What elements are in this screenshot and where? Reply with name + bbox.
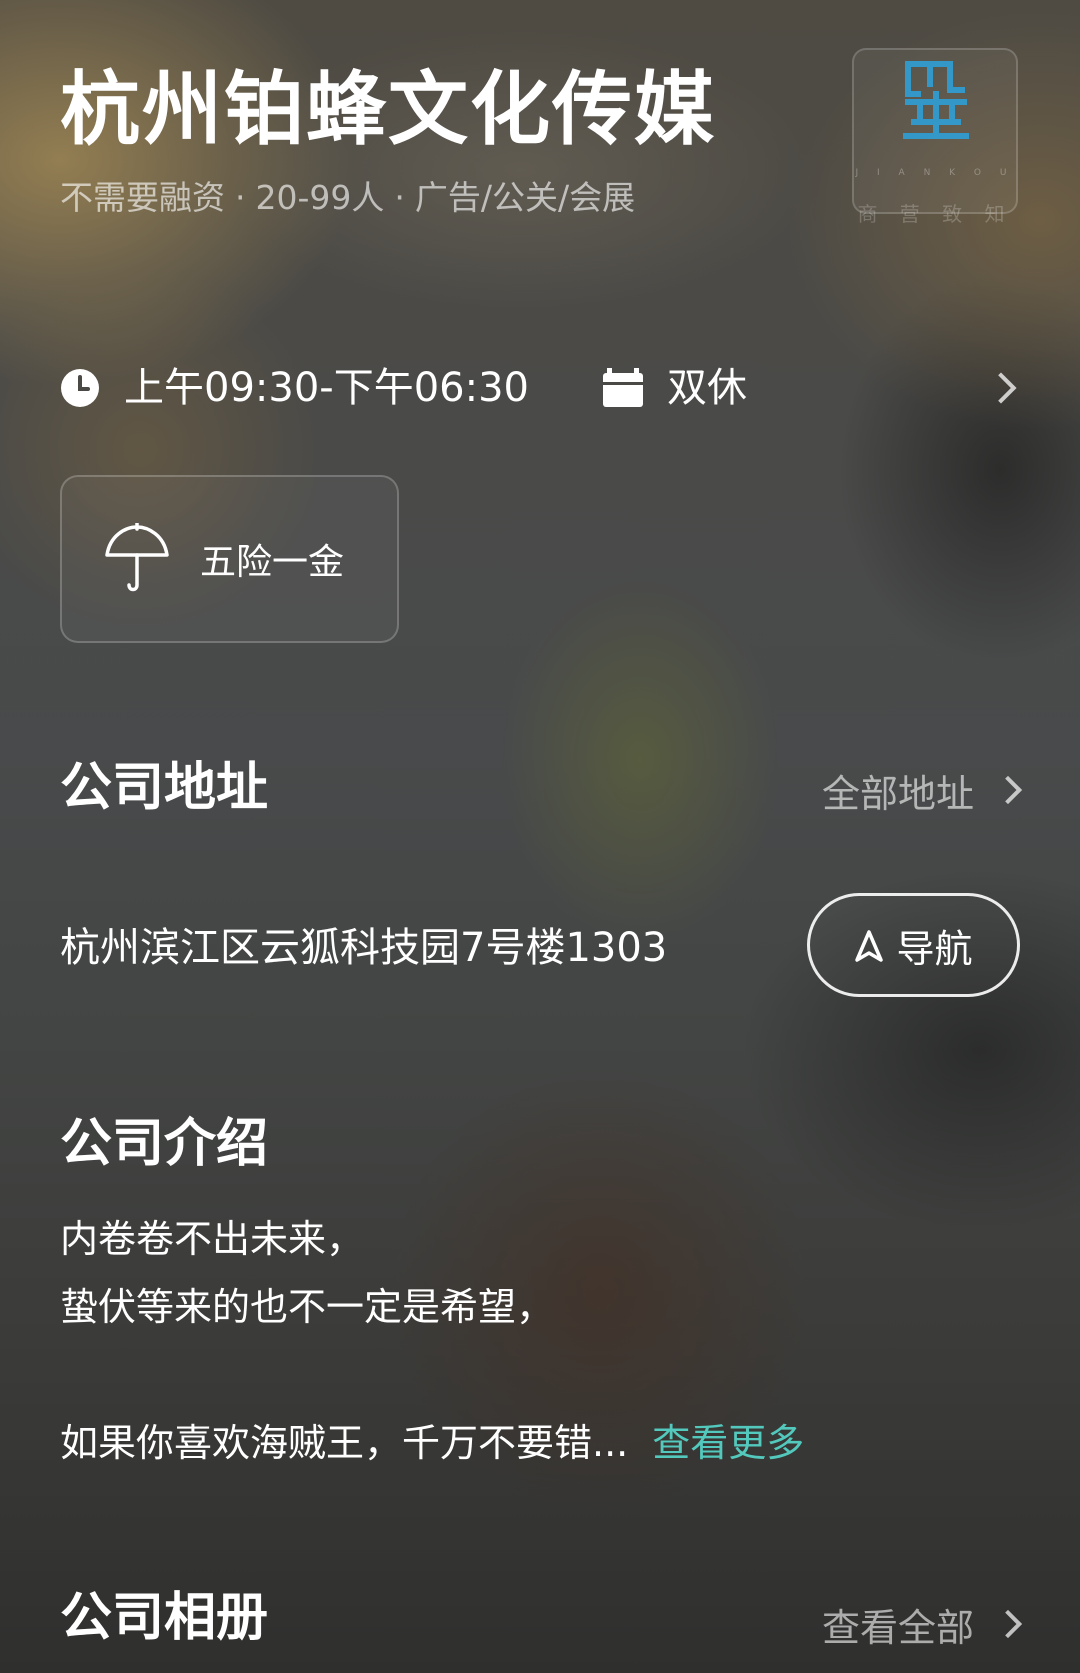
company-logo[interactable]: J I A N K O U 商 营 致 知 (852, 48, 1018, 226)
intro-line-last: 如果你喜欢海贼王，千万不要错... 查看更多 (60, 1416, 804, 1470)
financing-status: 不需要融资 (60, 178, 225, 217)
company-meta: 不需要融资 · 20-99人 · 广告/公关/会展 (60, 176, 635, 220)
intro-line: 内卷卷不出未来， (60, 1217, 365, 1261)
view-more-link[interactable]: 查看更多 (652, 1421, 804, 1465)
umbrella-icon (104, 521, 170, 595)
all-addresses-link[interactable]: 全部地址 (821, 762, 1023, 818)
work-schedule-row[interactable]: 上午09:30-下午06:30 双休 (60, 360, 1020, 416)
calendar-icon (602, 368, 643, 408)
company-address: 杭州滨江区云狐科技园7号楼1303 (60, 925, 668, 971)
rest-days: 双休 (666, 365, 747, 411)
meta-separator: · (394, 178, 405, 217)
logo-mark-icon (903, 61, 969, 139)
navigate-button[interactable]: 导航 (807, 893, 1020, 997)
chevron-right-icon[interactable] (985, 372, 1017, 404)
album-section-title: 公司相册 (60, 1588, 269, 1648)
company-name: 杭州铂蜂文化传媒 (60, 63, 716, 156)
address-section-title: 公司地址 (60, 758, 269, 818)
view-all-album-label: 查看全部 (821, 1605, 974, 1650)
all-addresses-label: 全部地址 (821, 771, 974, 816)
work-hours: 上午09:30-下午06:30 (124, 365, 529, 411)
view-all-album-link[interactable]: 查看全部 (821, 1596, 1023, 1652)
company-size: 20-99人 (255, 178, 385, 217)
chevron-right-icon (993, 775, 1023, 805)
benefit-card[interactable]: 五险一金 (60, 475, 399, 643)
company-industry: 广告/公关/会展 (414, 178, 636, 217)
navigation-arrow-icon (854, 928, 884, 962)
meta-separator: · (235, 178, 246, 217)
logo-subtitle: J I A N K O U (855, 168, 1015, 178)
navigate-label: 导航 (896, 926, 973, 971)
clock-icon (60, 368, 100, 408)
intro-section-title: 公司介绍 (60, 1114, 269, 1174)
chevron-right-icon (993, 1609, 1023, 1639)
benefit-label: 五险一金 (200, 542, 345, 583)
logo-text: 商 营 致 知 (857, 202, 1013, 226)
intro-line: 如果你喜欢海贼王，千万不要错... (60, 1421, 629, 1465)
intro-line: 蛰伏等来的也不一定是希望， (60, 1285, 555, 1329)
